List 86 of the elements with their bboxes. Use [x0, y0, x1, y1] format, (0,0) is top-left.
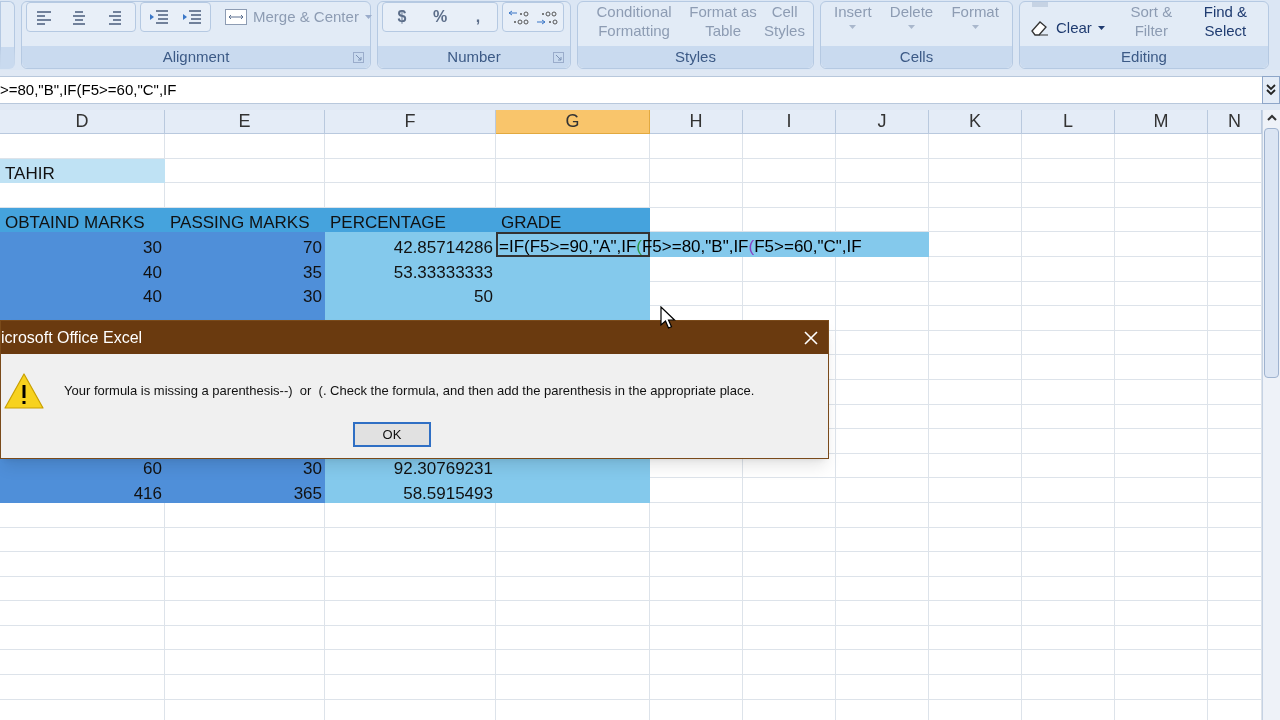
table-cell: [1208, 478, 1262, 503]
table-cell: [1208, 158, 1262, 184]
decrease-indent-icon[interactable]: [150, 9, 168, 25]
ribbon-button[interactable]: Find & Select: [1198, 2, 1252, 40]
currency-button[interactable]: $: [383, 5, 421, 29]
table-cell: [1208, 232, 1262, 257]
caret-icon: [849, 25, 857, 29]
table-cell: [1208, 207, 1262, 233]
column-header[interactable]: G: [496, 110, 650, 134]
expand-formula-bar-button[interactable]: [1262, 76, 1280, 104]
dialog-message: Your formula is missing a parenthesis--) or (. Check the formula, and then add the parenthesis in the appropriate place.: [64, 382, 755, 401]
vertical-scrollbar[interactable]: [1262, 110, 1280, 720]
decrease-decimal-icon[interactable]: [535, 8, 559, 26]
table-cell: [1208, 502, 1262, 528]
table-cell: [1208, 134, 1262, 159]
table-cell: [1208, 256, 1262, 282]
clear-button[interactable]: Clear: [1030, 17, 1116, 40]
column-heading-cell: PERCENTAGE: [325, 207, 496, 233]
table-cell: 42.85714286: [325, 232, 496, 257]
table-cell: 35: [165, 256, 325, 282]
group-label: Cells: [899, 46, 934, 67]
table-cell: [1208, 281, 1262, 307]
table-cell: 70: [165, 232, 325, 257]
percent-button[interactable]: %: [421, 5, 459, 29]
column-header[interactable]: L: [1022, 110, 1115, 134]
column-heading-cell: PASSING MARKS: [165, 207, 325, 233]
close-icon[interactable]: [804, 330, 818, 345]
increase-decimal-icon[interactable]: [507, 8, 531, 26]
table-cell: 40: [0, 281, 165, 307]
group-label: Styles: [675, 46, 716, 67]
formula-input[interactable]: >=80,"B",IF(F5>=60,"C",IF: [0, 76, 1262, 104]
table-cell: [1208, 183, 1262, 208]
column-header[interactable]: N: [1208, 110, 1262, 134]
table-cell: [1208, 601, 1262, 626]
group-label: Number: [447, 46, 501, 67]
table-cell: 50: [325, 281, 496, 307]
ok-button[interactable]: OK: [353, 422, 431, 447]
scrollbar-thumb[interactable]: [1264, 128, 1279, 378]
dialog-launcher-icon[interactable]: [553, 52, 564, 63]
mouse-cursor-icon: [660, 306, 676, 330]
table-cell: [1208, 355, 1262, 380]
increase-indent-icon[interactable]: [183, 9, 201, 25]
column-header[interactable]: K: [929, 110, 1022, 134]
column-header[interactable]: D: [0, 110, 165, 134]
caret-icon: [971, 25, 979, 29]
comma-style-button[interactable]: ,: [459, 5, 497, 29]
column-heading-cell: GRADE: [496, 207, 650, 233]
column-header[interactable]: I: [743, 110, 836, 134]
dialog-launcher-icon[interactable]: [353, 52, 364, 63]
table-cell: 416: [0, 478, 165, 503]
merge-cells-icon: [225, 9, 247, 25]
table-cell: [1208, 675, 1262, 700]
table-cell: [1208, 576, 1262, 602]
column-heading-cell: OBTAIND MARKS: [0, 207, 165, 233]
table-cell: 53.33333333: [325, 256, 496, 282]
group-label: Alignment: [162, 46, 230, 67]
table-cell: [1208, 552, 1262, 577]
table-cell: 30: [165, 281, 325, 307]
table-cell: [1208, 453, 1262, 479]
double-chevron-icon: [1266, 84, 1276, 96]
formula-text: >=80,"B",IF(F5>=60,"C",IF: [0, 79, 177, 100]
caret-icon: [1097, 26, 1105, 31]
caret-icon: [908, 25, 915, 29]
table-cell: TAHIR: [0, 158, 165, 184]
table-cell: 40: [0, 256, 165, 282]
table-cell: [1208, 404, 1262, 430]
table-cell: 365: [165, 478, 325, 503]
caret-icon: [364, 15, 372, 19]
table-cell: [1208, 650, 1262, 676]
table-cell: [1208, 625, 1262, 651]
table-cell: [1208, 379, 1262, 405]
column-header[interactable]: M: [1115, 110, 1208, 134]
table-cell: [1208, 527, 1262, 553]
column-header[interactable]: H: [650, 110, 743, 134]
column-header[interactable]: E: [165, 110, 325, 134]
table-cell: [1208, 429, 1262, 454]
eraser-icon: [1030, 20, 1050, 37]
group-label: Editing: [1121, 46, 1167, 67]
warning-icon: [4, 372, 44, 410]
table-cell: [1208, 330, 1262, 356]
column-header[interactable]: F: [325, 110, 496, 134]
table-cell: 58.5915493: [325, 478, 496, 503]
dialog-title: icrosoft Office Excel: [1, 327, 143, 348]
column-header[interactable]: J: [836, 110, 929, 134]
table-cell: 30: [0, 232, 165, 257]
table-cell: [1208, 306, 1262, 331]
